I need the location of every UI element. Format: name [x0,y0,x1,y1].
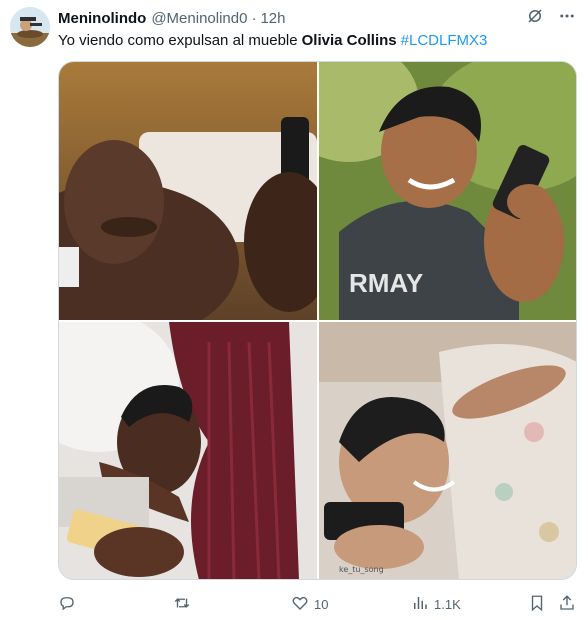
media-grid: RMAY ke_tu_song [58,61,577,580]
post-body: Yo viendo como expulsan al mueble [58,32,298,49]
like-button[interactable]: 10 [291,594,328,615]
action-bar: 10 1.1K [58,593,576,615]
bookmark-icon [528,594,546,615]
author-handle[interactable]: @Meninolind0 [151,10,247,27]
post-time[interactable]: 12h [260,10,285,27]
photo-2[interactable]: RMAY [319,62,576,320]
share-icon [558,594,576,615]
post-header: Meninolindo @Meninolind0 · 12h [58,8,576,28]
retweet-button[interactable] [173,594,196,615]
avatar[interactable] [10,7,50,47]
author-name[interactable]: Meninolindo [58,10,146,27]
hashtag-link[interactable]: #LCDLFMX3 [401,32,488,49]
post-text: Yo viendo como expulsan al mueble Olivia … [58,31,576,50]
reply-icon [58,594,76,615]
heart-icon [291,594,309,615]
bookmark-button[interactable] [528,594,546,615]
grok-icon[interactable] [526,7,544,29]
more-icon[interactable] [558,7,576,29]
photo-1[interactable] [59,62,317,320]
share-button[interactable] [558,594,576,615]
reply-button[interactable] [58,594,81,615]
views-button[interactable]: 1.1K [411,594,461,615]
like-count: 10 [314,596,329,612]
photo-3[interactable] [59,322,317,579]
photo-4[interactable]: ke_tu_song [319,322,576,579]
mention-text: Olivia Collins [301,32,397,49]
views-icon [411,594,429,615]
svg-text:RMAY: RMAY [349,268,423,298]
separator-dot: · [251,9,257,27]
watermark-text: ke_tu_song [339,565,384,574]
view-count: 1.1K [434,596,461,612]
retweet-icon [173,594,191,615]
